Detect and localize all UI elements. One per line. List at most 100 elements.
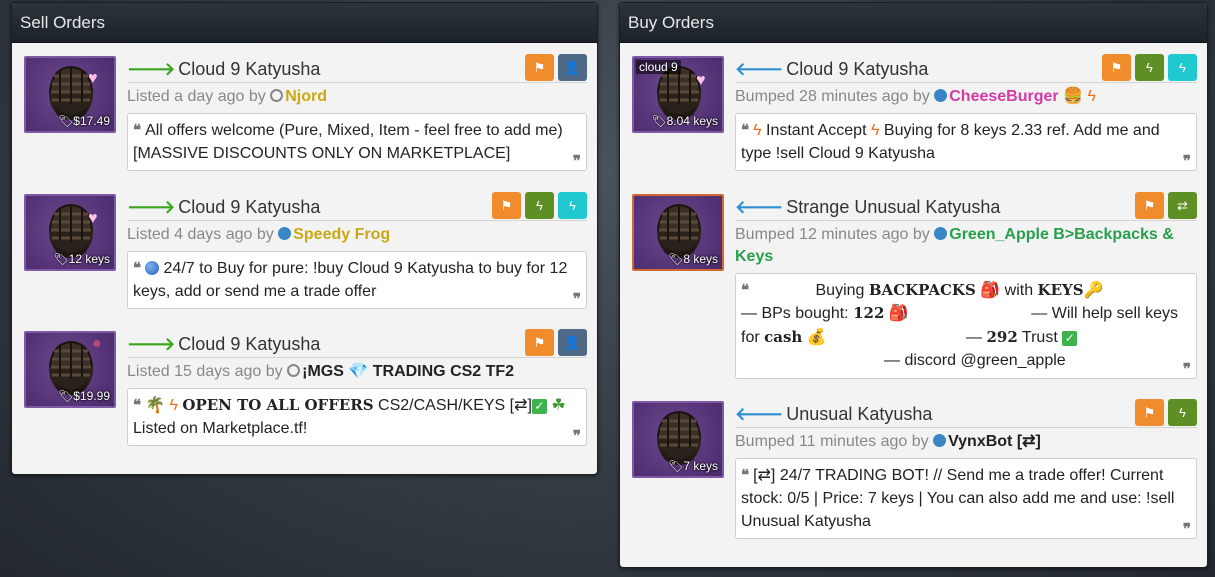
trade-offer-button[interactable]: ϟ: [1168, 54, 1197, 81]
effect-orb-icon: ●: [92, 335, 102, 352]
item-thumbnail[interactable]: cloud 9 ♥ 🏷8.04 keys: [632, 56, 724, 133]
listing-meta: Bumped 12 minutes ago by Green_Apple B>B…: [735, 226, 1174, 265]
check-icon: ✓: [1062, 331, 1078, 346]
lightning-emoji-icon: ϟ: [753, 122, 762, 139]
item-thumbnail[interactable]: 🏷8 keys: [632, 194, 724, 271]
arrow-right-icon: 🡒: [127, 197, 176, 217]
trade-offer-button[interactable]: ϟ: [558, 192, 587, 219]
offline-status-icon: [287, 364, 301, 377]
listing-meta: Listed 4 days ago by Speedy Frog: [127, 226, 391, 243]
lightning-emoji-icon: ϟ: [169, 397, 178, 414]
lightning-icon: ϟ: [1146, 60, 1153, 75]
flag-icon: ⚑: [1110, 60, 1123, 75]
online-status-icon: [933, 434, 947, 447]
exchange-button[interactable]: ⇄: [1168, 192, 1197, 219]
item-thumbnail[interactable]: 🏷7 keys: [632, 401, 724, 478]
desc-line: — Will help sell keys: [1031, 305, 1178, 322]
instant-trade-button[interactable]: ϟ: [525, 192, 554, 219]
listing-title[interactable]: 🡒 Cloud 9 Katyusha: [127, 59, 320, 79]
sell-orders-panel: Sell Orders ♥ 🏷$17.49 🡒 Cloud 9 Katyusha …: [11, 2, 598, 475]
online-status-icon: [278, 227, 292, 240]
lightning-icon: ϟ: [1179, 60, 1186, 75]
desc-line: — BPs bought: 122 🎒: [741, 304, 909, 322]
listing-description: ❝ Buying BACKPACKS 🎒 with KEYS🔑 — BPs bo…: [735, 273, 1197, 379]
heart-effect-icon: ♥: [88, 70, 98, 87]
desc-line: Buying BACKPACKS 🎒 with KEYS🔑: [815, 281, 1104, 299]
instant-trade-button[interactable]: ϟ: [1135, 54, 1164, 81]
quote-close-icon: ❞: [572, 428, 581, 445]
heart-effect-icon: ♥: [696, 72, 706, 89]
item-thumbnail[interactable]: ♥ 🏷$17.49: [24, 56, 116, 133]
listing-title[interactable]: 🡐 Cloud 9 Katyusha: [735, 59, 928, 79]
lightning-icon: ϟ: [536, 198, 543, 213]
panel-title: Sell Orders: [12, 3, 597, 43]
listing-title[interactable]: 🡒 Cloud 9 Katyusha: [127, 197, 320, 217]
flag-icon: ⚑: [533, 335, 546, 350]
listing-title[interactable]: 🡒 Cloud 9 Katyusha: [127, 334, 320, 354]
price-tag: 🏷12 keys: [53, 252, 110, 266]
tag-icon: 🏷: [651, 114, 667, 128]
add-friend-icon: 👤: [564, 60, 581, 75]
offline-status-icon: [270, 89, 284, 102]
quote-close-icon: ❞: [1182, 361, 1191, 378]
add-friend-button[interactable]: 👤: [558, 54, 587, 81]
quote-open-icon: ❝: [133, 122, 142, 139]
price-tag: 🏷7 keys: [668, 459, 718, 473]
burger-icon: 🍔: [1063, 88, 1083, 105]
online-status-icon: [934, 89, 948, 102]
lightning-icon: ϟ: [1179, 405, 1186, 420]
quote-open-icon: ❝: [133, 260, 142, 277]
user-link[interactable]: VynxBot [⇄]: [948, 433, 1041, 450]
listing-description: ❝ [⇄] 24/7 TRADING BOT! // Send me a trad…: [735, 458, 1197, 539]
quote-close-icon: ❞: [572, 153, 581, 170]
tag-icon: 🏷: [58, 114, 74, 128]
blue-orb-icon: [145, 261, 160, 275]
desc-line: — discord @green_apple: [884, 352, 1066, 369]
desc-line: — 292 Trust ✓: [966, 326, 1078, 349]
listing-meta: Bumped 28 minutes ago by CheeseBurger 🍔 …: [735, 88, 1096, 105]
report-button[interactable]: ⚑: [1135, 399, 1164, 426]
listing-title[interactable]: 🡐 Strange Unusual Katyusha: [735, 197, 1000, 217]
lightning-emoji-icon: ϟ: [870, 122, 880, 139]
exchange-icon: ⇄: [1177, 198, 1188, 213]
quote-open-icon: ❝: [741, 122, 750, 139]
desc-line: for cash 💰: [741, 328, 827, 346]
listing-description: ❝ 24/7 to Buy for pure: !buy Cloud 9 Kat…: [127, 251, 587, 309]
quote-open-icon: ❝: [741, 467, 750, 484]
item-thumbnail[interactable]: ● 🏷$19.99: [24, 331, 116, 408]
listing-description: ❝ All offers welcome (Pure, Mixed, Item -…: [127, 113, 587, 171]
report-button[interactable]: ⚑: [1135, 192, 1164, 219]
backpack-icon: 🎒: [888, 305, 909, 322]
clover-icon: ☘: [551, 397, 566, 414]
flag-icon: ⚑: [533, 60, 546, 75]
report-button[interactable]: ⚑: [1102, 54, 1131, 81]
quote-close-icon: ❞: [1182, 521, 1191, 538]
arrow-left-icon: 🡐: [735, 59, 784, 79]
palm-tree-icon: 🌴: [145, 397, 165, 414]
tag-icon: 🏷: [53, 252, 69, 266]
tag-icon: 🏷: [58, 389, 74, 403]
listing-description: ❝ ϟ Instant Accept ϟ Buying for 8 keys 2.…: [735, 113, 1197, 171]
add-friend-button[interactable]: 👤: [558, 329, 587, 356]
listing-title[interactable]: 🡐 Unusual Katyusha: [735, 404, 932, 424]
online-status-icon: [934, 227, 948, 240]
arrow-right-icon: 🡒: [127, 334, 176, 354]
user-link[interactable]: Speedy Frog: [293, 226, 390, 243]
quote-open-icon: ❝: [133, 397, 142, 414]
flag-icon: ⚑: [1143, 405, 1156, 420]
listing-meta: Listed a day ago by Njord: [127, 88, 327, 105]
lightning-emoji-icon: ϟ: [1087, 88, 1096, 105]
user-link[interactable]: Njord: [285, 88, 327, 105]
report-button[interactable]: ⚑: [525, 329, 554, 356]
instant-trade-button[interactable]: ϟ: [1168, 399, 1197, 426]
user-link[interactable]: CheeseBurger: [949, 88, 1058, 105]
report-button[interactable]: ⚑: [525, 54, 554, 81]
price-tag: 🏷$19.99: [58, 389, 110, 403]
price-tag: 🏷8 keys: [668, 252, 718, 266]
check-icon: ✓: [531, 399, 547, 414]
flag-icon: ⚑: [1143, 198, 1156, 213]
item-thumbnail[interactable]: ♥ 🏷12 keys: [24, 194, 116, 271]
user-link[interactable]: ¡MGS 💎 TRADING CS2 TF2: [302, 363, 514, 380]
heart-effect-icon: ♥: [88, 210, 98, 227]
report-button[interactable]: ⚑: [492, 192, 521, 219]
